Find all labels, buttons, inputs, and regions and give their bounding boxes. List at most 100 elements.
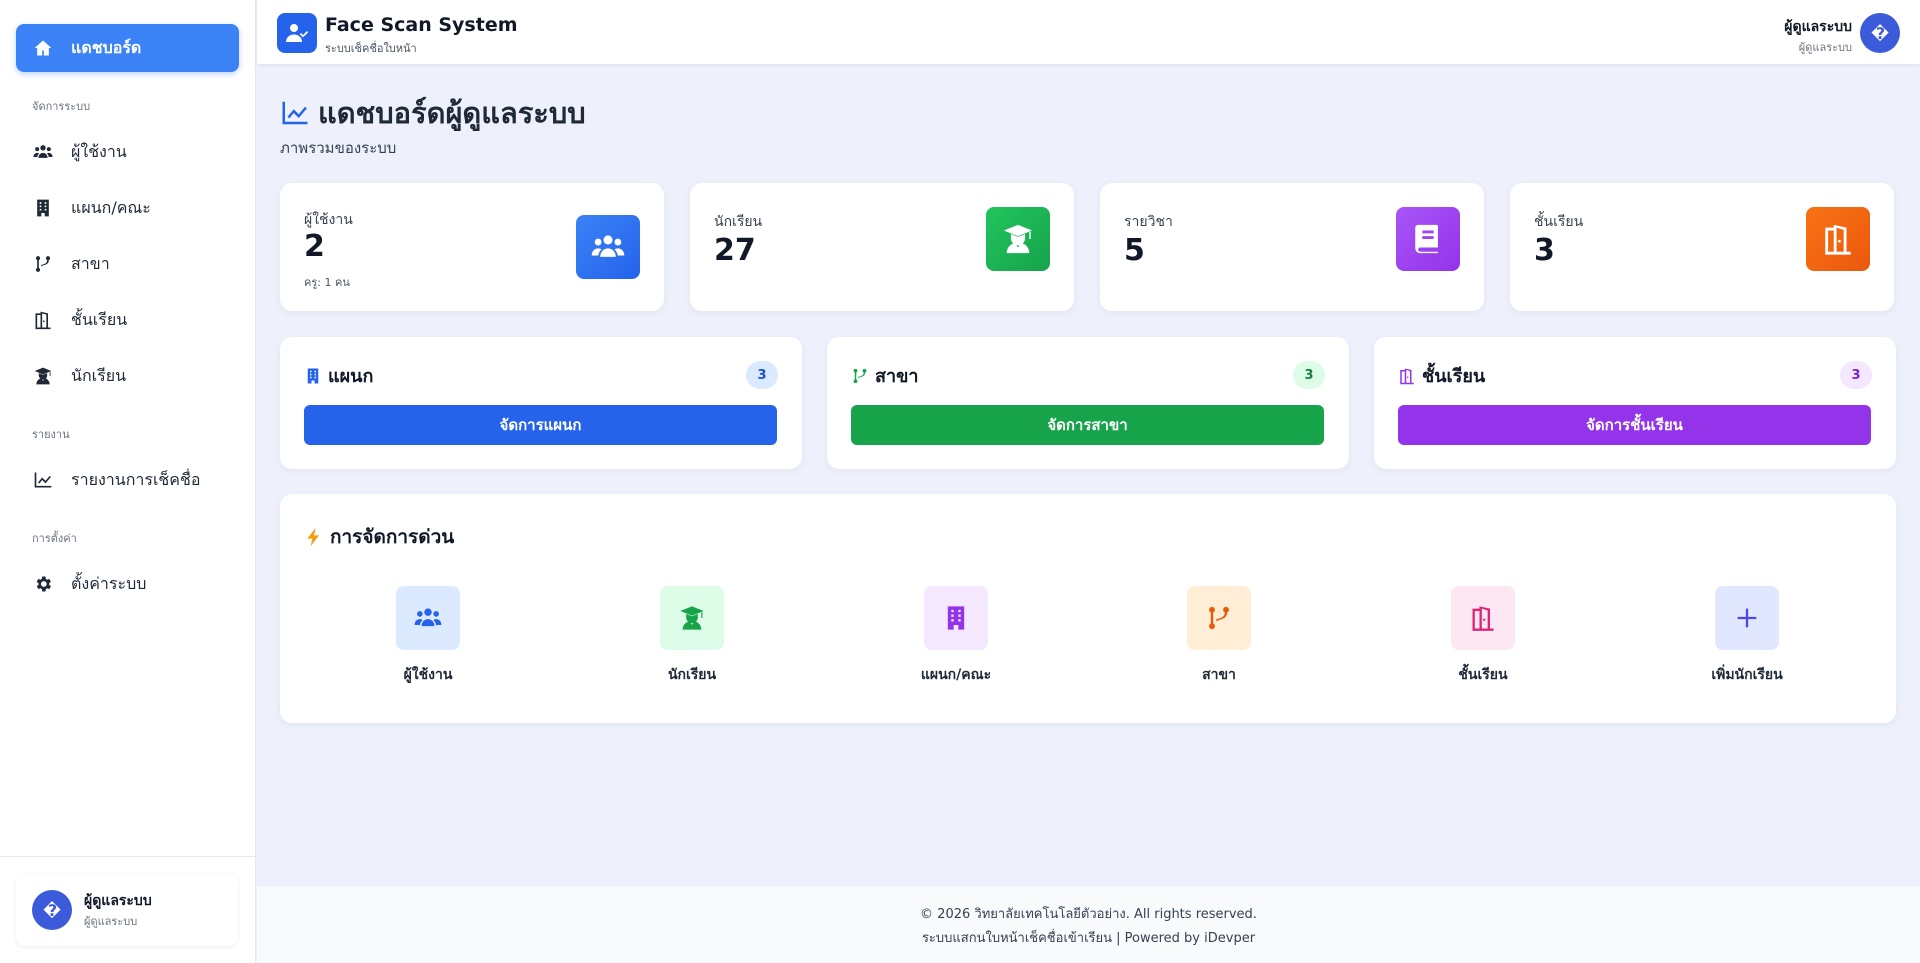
users-icon <box>32 141 54 163</box>
quick-action-branches[interactable]: สาขา <box>1139 586 1299 686</box>
sidebar-item-label: แดชบอร์ด <box>71 37 142 57</box>
sidebar-item-settings[interactable]: ตั้งค่าระบบ <box>16 560 239 608</box>
student-icon <box>986 207 1050 271</box>
quick-action-label: สาขา <box>1202 667 1236 683</box>
header-user-info[interactable]: ผู้ดูแลระบบ ผู้ดูแลระบบ <box>1784 16 1852 56</box>
sidebar-user-card[interactable]: � ผู้ดูแลระบบ ผู้ดูแลระบบ <box>16 874 238 946</box>
branch-icon <box>32 253 54 275</box>
quick-action-label: ผู้ใช้งาน <box>403 667 453 683</box>
door-icon <box>1398 367 1416 385</box>
sidebar-user-name: ผู้ดูแลระบบ <box>84 893 152 909</box>
manage-card-departments: แผนก 3 จัดการแผนก <box>280 337 802 469</box>
stat-value: 5 <box>1124 233 1145 268</box>
stat-label: ชั้นเรียน <box>1534 214 1584 230</box>
chart-line-icon <box>280 98 310 128</box>
quick-actions-panel: การจัดการด่วน ผู้ใช้งาน นักเรียน แผนก/คณ… <box>280 494 1896 723</box>
sidebar-item-students[interactable]: นักเรียน <box>16 352 239 400</box>
stat-value: 3 <box>1534 233 1555 268</box>
app-logo-icon <box>277 13 317 53</box>
manage-branches-button[interactable]: จัดการสาขา <box>851 405 1324 445</box>
footer-copyright: © 2026 วิทยาลัยเทคโนโลยีตัวอย่าง. All ri… <box>920 907 1257 922</box>
users-icon <box>396 586 460 650</box>
page-title: แดชบอร์ดผู้ดูแลระบบ <box>280 90 586 136</box>
page-title-text: แดชบอร์ดผู้ดูแลระบบ <box>318 96 586 130</box>
sidebar-divider <box>0 856 255 857</box>
manage-card-title: แผนก <box>304 361 373 390</box>
header-user-name: ผู้ดูแลระบบ <box>1784 19 1852 35</box>
building-icon <box>304 367 322 385</box>
quick-action-label: นักเรียน <box>667 667 717 683</box>
avatar: � <box>32 890 72 930</box>
chart-line-icon <box>32 469 54 491</box>
sidebar-item-label: นักเรียน <box>71 365 126 385</box>
branch-icon <box>1187 586 1251 650</box>
student-icon <box>660 586 724 650</box>
sidebar-item-branches[interactable]: สาขา <box>16 240 239 288</box>
manage-card-title-text: ชั้นเรียน <box>1422 366 1486 387</box>
quick-action-label: เพิ่มนักเรียน <box>1711 667 1783 683</box>
stat-value: 2 <box>304 229 325 264</box>
stat-card-users: ผู้ใช้งาน 2 ครู: 1 คน <box>280 183 664 311</box>
sidebar-item-departments[interactable]: แผนก/คณะ <box>16 184 239 232</box>
section-label-manage: จัดการระบบ <box>32 100 91 113</box>
header-user-role: ผู้ดูแลระบบ <box>1798 41 1852 54</box>
count-badge: 3 <box>746 361 778 389</box>
stat-card-subjects: รายวิชา 5 <box>1100 183 1484 311</box>
stat-label: ผู้ใช้งาน <box>304 212 353 228</box>
footer: © 2026 วิทยาลัยเทคโนโลยีตัวอย่าง. All ri… <box>257 886 1920 963</box>
stat-card-students: นักเรียน 27 <box>690 183 1074 311</box>
quick-actions-title: การจัดการด่วน <box>304 522 454 552</box>
book-icon <box>1396 207 1460 271</box>
section-label-reports: รายงาน <box>32 428 70 441</box>
manage-card-title: ชั้นเรียน <box>1398 361 1485 390</box>
users-icon <box>576 215 640 279</box>
sidebar-item-label: สาขา <box>71 253 110 273</box>
count-badge: 3 <box>1840 361 1872 389</box>
manage-card-title-text: แผนก <box>328 366 374 387</box>
app-title: Face Scan System <box>325 14 518 36</box>
footer-powered-by: ระบบแสกนใบหน้าเช็คชื่อเข้าเรียน | Powere… <box>921 931 1256 946</box>
manage-card-title: สาขา <box>851 361 919 390</box>
sidebar-item-classrooms[interactable]: ชั้นเรียน <box>16 296 239 344</box>
home-icon <box>32 37 54 59</box>
plus-icon <box>1715 586 1779 650</box>
count-badge: 3 <box>1293 361 1325 389</box>
sidebar-item-label: ผู้ใช้งาน <box>71 141 127 161</box>
manage-card-branches: สาขา 3 จัดการสาขา <box>827 337 1349 469</box>
quick-actions-title-text: การจัดการด่วน <box>330 526 455 548</box>
door-icon <box>32 309 54 331</box>
sidebar-item-label: รายงานการเช็คชื่อ <box>71 469 201 489</box>
header-avatar[interactable]: � <box>1860 13 1900 53</box>
bolt-icon <box>304 527 324 547</box>
branch-icon <box>851 367 869 385</box>
quick-action-students[interactable]: นักเรียน <box>612 586 772 686</box>
section-label-settings: การตั้งค่า <box>32 532 77 545</box>
manage-card-classrooms: ชั้นเรียน 3 จัดการชั้นเรียน <box>1374 337 1896 469</box>
quick-action-departments[interactable]: แผนก/คณะ <box>876 586 1036 686</box>
sidebar-item-attendance-report[interactable]: รายงานการเช็คชื่อ <box>16 456 239 504</box>
door-icon <box>1806 207 1870 271</box>
app-subtitle: ระบบเช็คชื่อใบหน้า <box>325 42 417 55</box>
sidebar-item-dashboard[interactable]: แดชบอร์ด <box>16 24 239 72</box>
building-icon <box>32 197 54 219</box>
quick-action-label: ชั้นเรียน <box>1458 667 1508 683</box>
quick-action-users[interactable]: ผู้ใช้งาน <box>348 586 508 686</box>
manage-card-title-text: สาขา <box>875 366 919 387</box>
building-icon <box>924 586 988 650</box>
sidebar: แดชบอร์ด จัดการระบบ ผู้ใช้งาน แผนก/คณะ ส… <box>0 0 256 963</box>
stat-value: 27 <box>714 233 756 268</box>
quick-action-label: แผนก/คณะ <box>920 667 992 683</box>
manage-departments-button[interactable]: จัดการแผนก <box>304 405 777 445</box>
sidebar-user-role: ผู้ดูแลระบบ <box>84 915 138 928</box>
student-icon <box>32 365 54 387</box>
sidebar-item-label: ตั้งค่าระบบ <box>71 573 147 593</box>
sidebar-item-users[interactable]: ผู้ใช้งาน <box>16 128 239 176</box>
sidebar-item-label: ชั้นเรียน <box>71 309 128 329</box>
quick-action-add-student[interactable]: เพิ่มนักเรียน <box>1667 586 1827 686</box>
door-icon <box>1451 586 1515 650</box>
manage-classrooms-button[interactable]: จัดการชั้นเรียน <box>1398 405 1871 445</box>
stat-label: นักเรียน <box>714 214 763 230</box>
quick-action-classrooms[interactable]: ชั้นเรียน <box>1403 586 1563 686</box>
stat-label: รายวิชา <box>1124 214 1173 230</box>
stat-card-classrooms: ชั้นเรียน 3 <box>1510 183 1894 311</box>
